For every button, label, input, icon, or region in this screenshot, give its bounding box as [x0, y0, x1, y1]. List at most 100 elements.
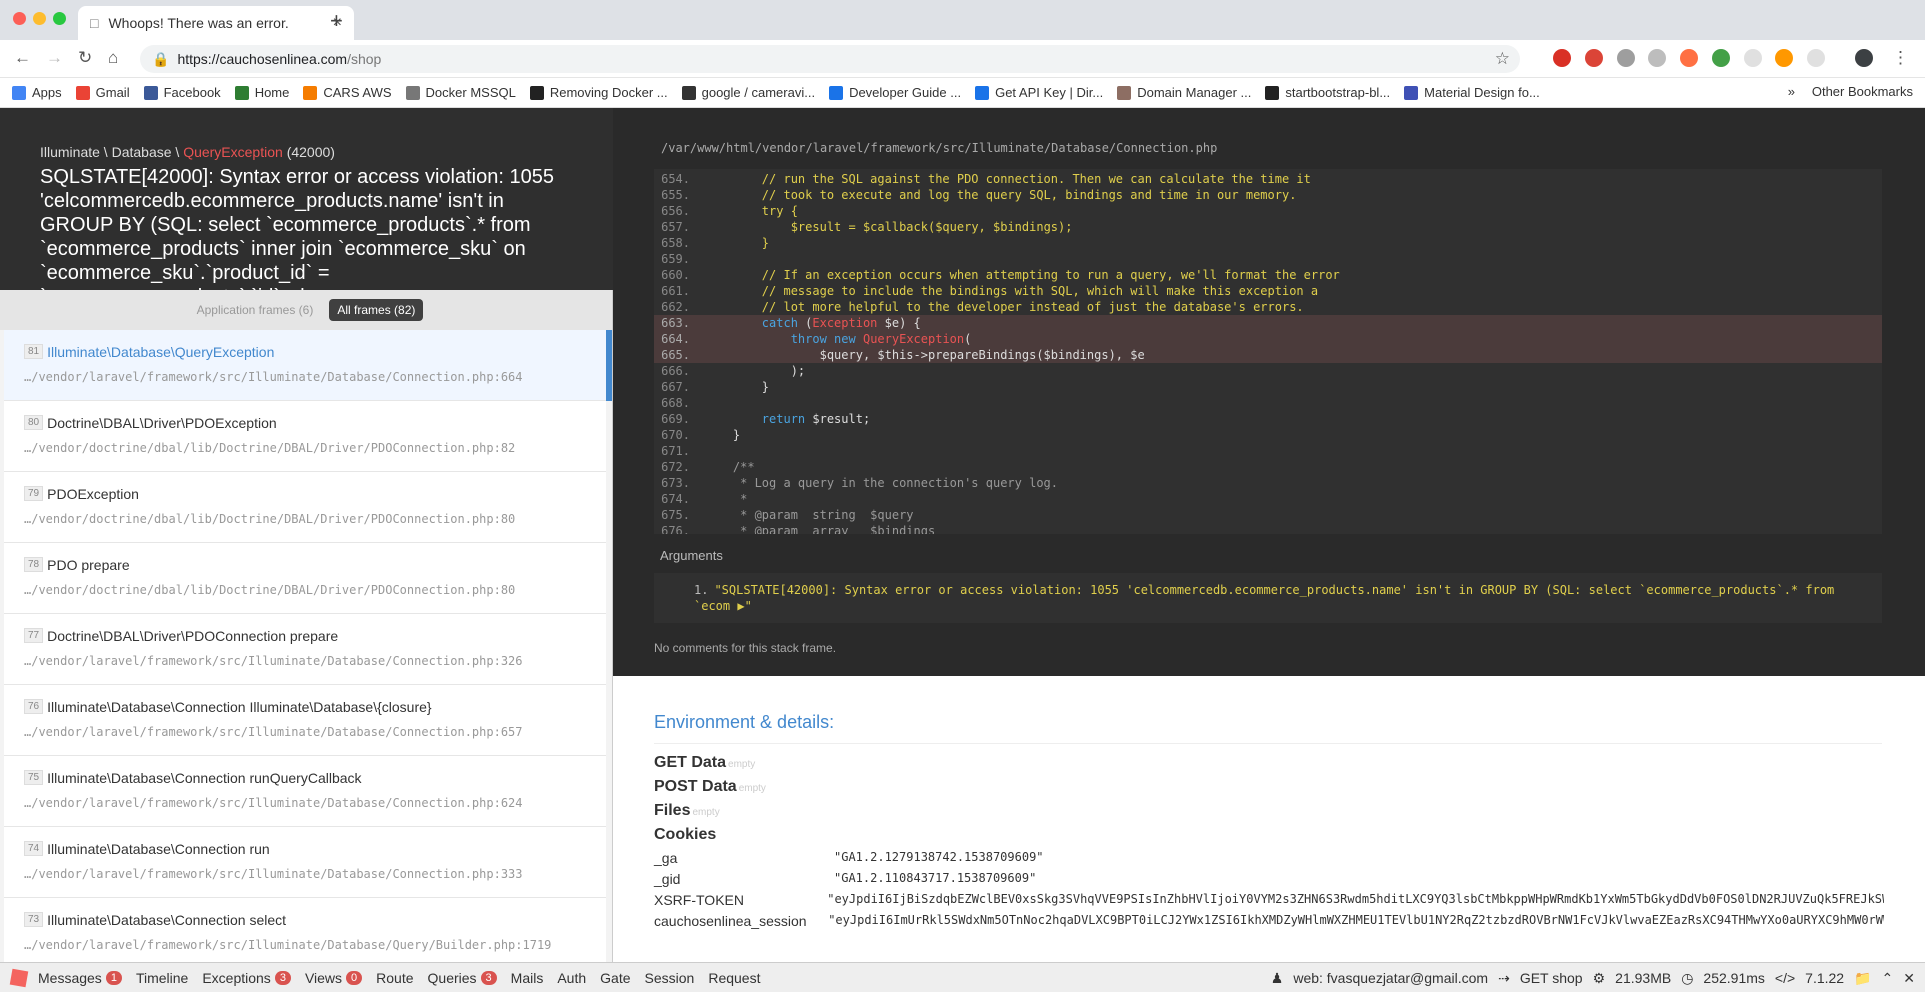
- url-field[interactable]: 🔒 https://cauchosenlinea.com/shop ☆: [140, 45, 1520, 73]
- debugbar-tab[interactable]: Messages 1: [38, 970, 122, 986]
- debugbar-tab[interactable]: Session: [645, 970, 695, 986]
- bookmark-item[interactable]: Facebook: [143, 85, 221, 100]
- laravel-logo-icon[interactable]: [0, 963, 38, 993]
- code-icon: </>: [1774, 970, 1796, 986]
- chevron-up-icon[interactable]: ⌃: [1882, 970, 1894, 987]
- bookmark-item[interactable]: Developer Guide ...: [829, 85, 961, 100]
- get-data-label: GET Data: [654, 754, 727, 771]
- frame-file: …/vendor/laravel/framework/src/Illuminat…: [24, 796, 523, 810]
- debugbar-time[interactable]: 252.91ms: [1703, 970, 1764, 986]
- bookmark-item[interactable]: Home: [234, 85, 290, 100]
- bookmark-item[interactable]: Apps: [12, 85, 62, 100]
- stack-frame[interactable]: 77 Doctrine\DBAL\Driver\PDOConnection pre…: [4, 614, 606, 685]
- extension-icon[interactable]: [1712, 49, 1730, 67]
- debugbar-php-version[interactable]: 7.1.22: [1805, 970, 1844, 986]
- extension-icon[interactable]: [1775, 49, 1793, 67]
- extension-icon[interactable]: [1807, 49, 1825, 67]
- bookmark-label: Home: [254, 85, 290, 100]
- debugbar-user[interactable]: web: fvasquezjatar@gmail.com: [1293, 970, 1488, 986]
- extension-icon[interactable]: [1680, 49, 1698, 67]
- bookmark-item[interactable]: Material Design fo...: [1404, 85, 1540, 100]
- code-panel: /var/www/html/vendor/laravel/framework/s…: [613, 108, 1925, 676]
- bookmark-item[interactable]: Docker MSSQL: [405, 85, 516, 100]
- extension-icon[interactable]: [1648, 49, 1666, 67]
- debugbar-tab[interactable]: Queries 3: [428, 970, 497, 986]
- url-host: https://cauchosenlinea.com: [177, 51, 348, 67]
- bookmark-item[interactable]: Removing Docker ...: [529, 85, 668, 100]
- debugbar-tab-label: Views: [304, 969, 343, 986]
- avatar[interactable]: [1855, 49, 1873, 67]
- debugbar-tab[interactable]: Mails: [511, 970, 544, 986]
- exception-class: Illuminate \ Database \ QueryException (…: [40, 144, 573, 160]
- exception-name: QueryException: [183, 144, 283, 160]
- stack-frame[interactable]: 73 Illuminate\Database\Connection select ……: [4, 898, 606, 962]
- frame-class: PDOException: [47, 485, 139, 502]
- bookmark-item[interactable]: startbootstrap-bl...: [1265, 85, 1390, 100]
- bookmark-label: Removing Docker ...: [549, 85, 668, 100]
- tab-application-frames[interactable]: Application frames (6): [189, 299, 322, 321]
- extension-icon[interactable]: [1744, 49, 1762, 67]
- home-icon[interactable]: ⌂: [108, 48, 118, 68]
- reload-icon[interactable]: ↻: [78, 48, 92, 68]
- empty-label: empty: [692, 807, 720, 818]
- frame-number: 73: [24, 912, 44, 928]
- cookie-value: "GA1.2.110843717.1538709609": [834, 871, 1037, 885]
- debugbar-tab[interactable]: Exceptions 3: [202, 970, 291, 986]
- tab-all-frames[interactable]: All frames (82): [329, 299, 424, 321]
- post-data-section: POST Data empty: [654, 778, 1884, 796]
- debugbar-tab[interactable]: Route: [376, 970, 413, 986]
- bookmark-item[interactable]: CARS AWS: [303, 85, 392, 100]
- environment-details: Environment & details: GET Data empty POS…: [613, 676, 1925, 962]
- back-icon[interactable]: ←: [14, 48, 31, 68]
- minimize-window-button[interactable]: [33, 12, 46, 25]
- bookmark-star-icon[interactable]: ☆: [1495, 49, 1510, 69]
- close-window-button[interactable]: [13, 12, 26, 25]
- stack-frame[interactable]: 76 Illuminate\Database\Connection Illumin…: [4, 685, 606, 756]
- route-icon: ⇢: [1498, 969, 1510, 986]
- bookmark-item[interactable]: Domain Manager ...: [1117, 85, 1251, 100]
- debugbar-tab[interactable]: Gate: [600, 970, 630, 986]
- argument-1[interactable]: "SQLSTATE[42000]: Syntax error or access…: [694, 583, 1834, 613]
- stack-frame[interactable]: 79 PDOException …/vendor/doctrine/dbal/lib…: [4, 472, 606, 543]
- gmail-extension-icon[interactable]: [1553, 49, 1571, 67]
- stack-frame[interactable]: 78 PDO prepare …/vendor/doctrine/dbal/lib/…: [4, 543, 606, 614]
- browser-tab[interactable]: □ Whoops! There was an error. ×: [78, 6, 354, 40]
- debugbar-tab-label: Mails: [510, 969, 544, 986]
- debugbar-tab[interactable]: Views 0: [304, 969, 363, 986]
- debugbar-tab[interactable]: Timeline: [136, 970, 188, 986]
- bookmarks-more-icon[interactable]: »: [1788, 84, 1795, 99]
- extension-icon[interactable]: [1617, 49, 1635, 67]
- debugbar-route[interactable]: GET shop: [1520, 970, 1583, 986]
- bookmark-item[interactable]: google / cameravi...: [681, 85, 815, 100]
- debugbar-tab[interactable]: Request: [708, 970, 760, 986]
- google-plus-extension-icon[interactable]: [1585, 49, 1603, 67]
- maximize-window-button[interactable]: [53, 12, 66, 25]
- bookmark-icon: [75, 85, 90, 100]
- close-icon[interactable]: ✕: [1903, 970, 1915, 987]
- folder-icon[interactable]: 📁: [1854, 970, 1871, 987]
- debugbar-tab-label: Messages: [38, 969, 102, 986]
- debugbar-memory[interactable]: 21.93MB: [1615, 970, 1671, 986]
- other-bookmarks[interactable]: Other Bookmarks: [1812, 84, 1913, 99]
- frame-file-path[interactable]: /var/www/html/vendor/laravel/framework/s…: [661, 141, 1217, 155]
- frame-number: 77: [24, 628, 44, 644]
- files-label: Files: [654, 802, 691, 819]
- code-snippet: 654. // run the SQL against the PDO conn…: [654, 169, 1882, 534]
- arguments-list: 1. "SQLSTATE[42000]: Syntax error or acce…: [654, 573, 1882, 623]
- exception-namespace: Illuminate \ Database \: [40, 144, 180, 160]
- forward-icon[interactable]: →: [46, 48, 63, 68]
- bookmark-item[interactable]: Gmail: [75, 85, 130, 100]
- debugbar-tab[interactable]: Auth: [557, 970, 586, 986]
- stack-frame[interactable]: 81 Illuminate\Database\QueryException …/ve…: [4, 330, 612, 401]
- cookie-key: _ga: [654, 850, 678, 866]
- menu-kebab-icon[interactable]: ⋮: [1892, 48, 1909, 68]
- bookmark-label: Apps: [32, 85, 62, 100]
- bookmark-item[interactable]: Get API Key | Dir...: [975, 85, 1103, 100]
- page-icon: □: [90, 15, 99, 31]
- stack-frame[interactable]: 75 Illuminate\Database\Connection runQuer…: [4, 756, 606, 827]
- new-tab-button[interactable]: +: [330, 8, 343, 34]
- stack-frame[interactable]: 80 Doctrine\DBAL\Driver\PDOException …/ven…: [4, 401, 606, 472]
- stack-frame[interactable]: 74 Illuminate\Database\Connection run …/ve…: [4, 827, 606, 898]
- frames-list: 81 Illuminate\Database\QueryException …/ve…: [0, 330, 612, 962]
- debugbar-tab-label: Gate: [600, 969, 631, 986]
